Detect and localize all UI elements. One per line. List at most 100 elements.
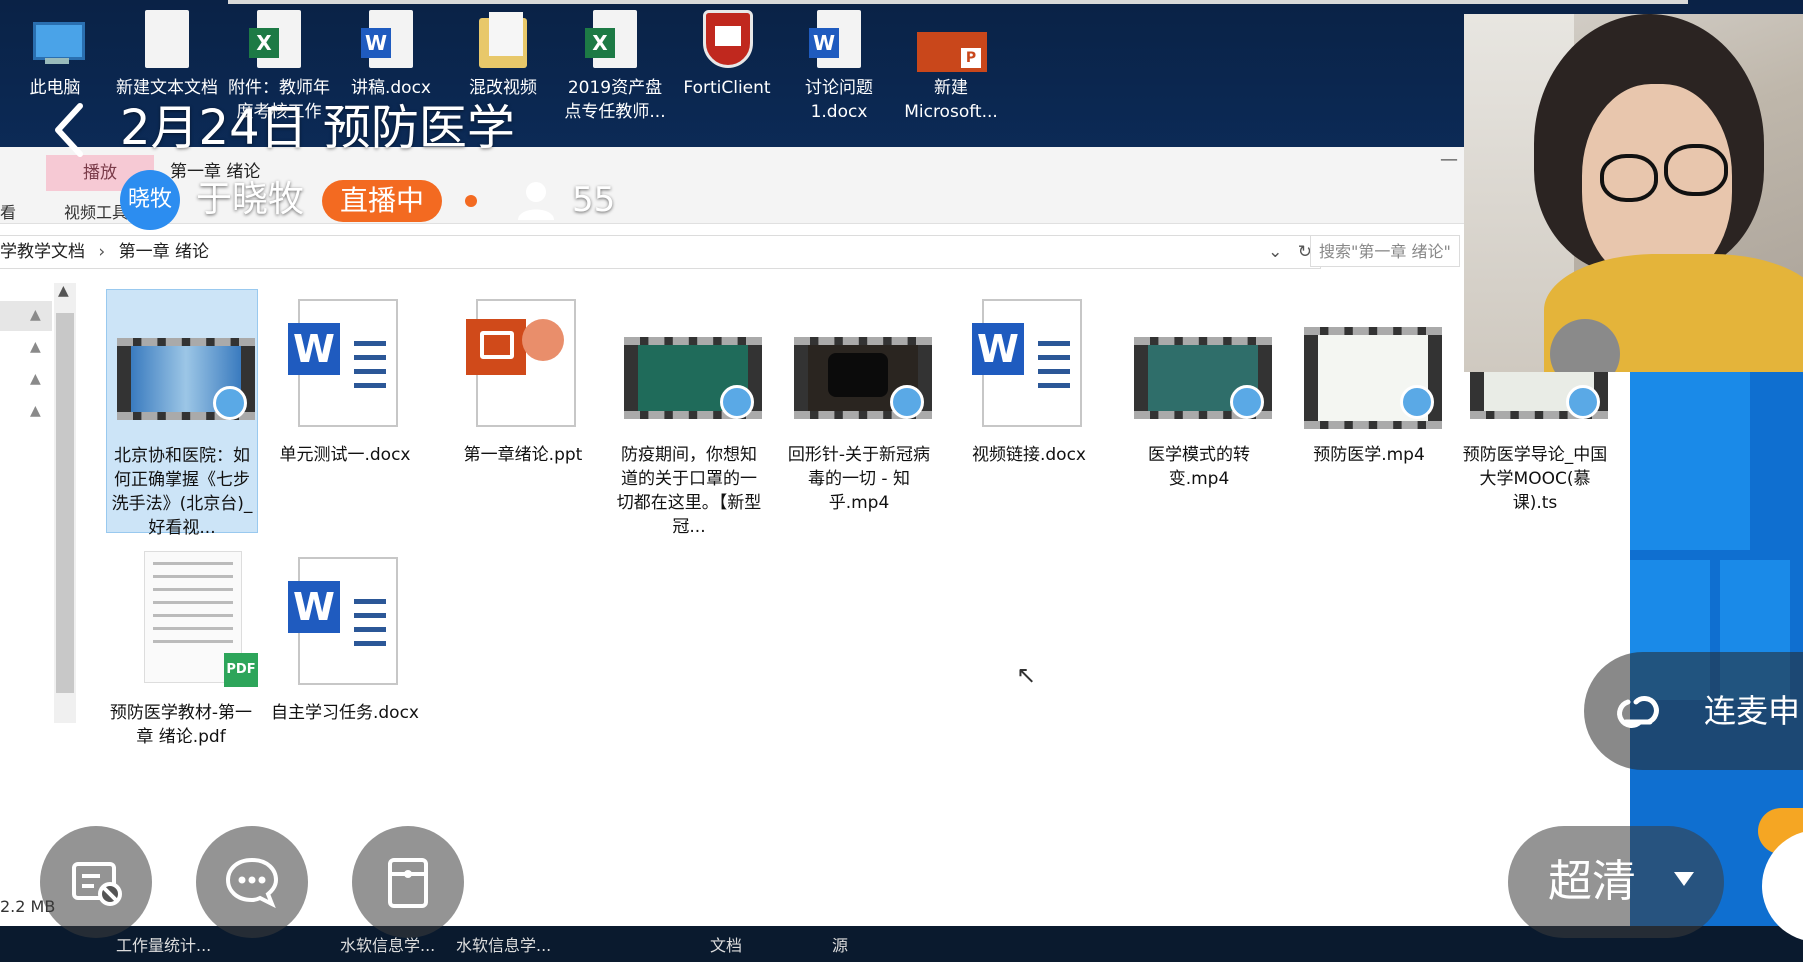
nav-scrollbar[interactable]: ▲ bbox=[54, 283, 76, 723]
excel-icon: X bbox=[249, 8, 309, 72]
chevron-right-icon: › bbox=[98, 242, 106, 262]
word-icon: W bbox=[809, 8, 869, 72]
webcam-video[interactable] bbox=[1464, 14, 1803, 372]
link-icon bbox=[1617, 696, 1659, 728]
file-item[interactable]: 防疫期间，你想知道的关于口罩的一切都在这里。【新型冠... bbox=[614, 289, 764, 539]
minimize-icon[interactable]: — bbox=[1440, 149, 1458, 170]
file-item[interactable]: 预防医学.mp4 bbox=[1294, 289, 1444, 467]
viewer-icon bbox=[518, 182, 554, 220]
file-item[interactable]: W 单元测试一.docx bbox=[270, 289, 420, 467]
file-name: 第一章绪论.ppt bbox=[463, 445, 583, 465]
taskbar-item[interactable]: 水软信息学... bbox=[456, 932, 551, 956]
mic-link-label: 连麦申 bbox=[1704, 692, 1801, 730]
desktop-icon-label: 讨论问题1.docx bbox=[805, 78, 873, 122]
file-item[interactable]: 医学模式的转变.mp4 bbox=[1124, 289, 1274, 491]
desktop-icon-video-folder[interactable]: 混改视频 bbox=[448, 8, 558, 100]
desktop-icon-speech-doc[interactable]: W 讲稿.docx bbox=[336, 8, 446, 100]
video-file-icon bbox=[1304, 289, 1442, 439]
breadcrumb-item[interactable]: 第一章 绪论 bbox=[119, 242, 209, 262]
file-item[interactable]: W 视频链接.docx bbox=[954, 289, 1104, 467]
video-file-icon bbox=[794, 289, 932, 439]
taskbar-item[interactable]: 文档 bbox=[710, 932, 742, 956]
word-file-icon: W bbox=[964, 289, 1094, 439]
search-input[interactable]: 搜索"第一章 绪论" bbox=[1310, 235, 1460, 267]
mouse-cursor-icon: ↖ bbox=[1016, 661, 1037, 689]
word-icon: W bbox=[361, 8, 421, 72]
file-name: 北京协和医院：如何正确掌握《七步洗手法》(北京台)_好看视... bbox=[111, 446, 253, 538]
caret-down-icon bbox=[1674, 872, 1694, 886]
file-name: 防疫期间，你想知道的关于口罩的一切都在这里。【新型冠... bbox=[616, 445, 762, 537]
pdf-file-icon: PDF bbox=[116, 547, 258, 697]
desktop-icon-forticlient[interactable]: FortiClient bbox=[672, 8, 782, 100]
desktop-icon-new-microsoft[interactable]: P 新建Microsoft... bbox=[896, 8, 1006, 124]
taskbar-item[interactable]: 源 bbox=[832, 932, 848, 956]
text-file-icon bbox=[137, 8, 197, 72]
scrollbar-thumb[interactable] bbox=[56, 313, 74, 693]
nav-item-selected[interactable] bbox=[0, 301, 52, 331]
file-name: 预防医学导论_中国大学MOOC(慕课).ts bbox=[1462, 445, 1608, 513]
address-bar[interactable]: 学教学文档 › 第一章 绪论 ⌄ ↻ bbox=[0, 235, 1321, 269]
desktop-icon-label: 2019资产盘点专任教师... bbox=[564, 78, 666, 122]
video-file-icon bbox=[624, 289, 762, 439]
folder-icon bbox=[473, 8, 533, 72]
file-item[interactable]: PDF 预防医学教材-第一章 绪论.pdf bbox=[106, 547, 258, 749]
back-chevron-icon[interactable] bbox=[50, 100, 90, 160]
chevron-down-icon[interactable]: ⌄ bbox=[1268, 242, 1282, 262]
pin-icon: ▲ bbox=[30, 403, 41, 419]
video-file-icon bbox=[1134, 289, 1272, 439]
taskbar-item[interactable]: 工作量统计... bbox=[116, 932, 211, 956]
desktop-icon-new-text[interactable]: 新建文本文档 bbox=[112, 8, 222, 100]
computer-icon bbox=[25, 8, 85, 72]
desktop-icon-label: 新建Microsoft... bbox=[904, 78, 998, 122]
breadcrumb-item[interactable]: 学教学文档 bbox=[0, 242, 85, 262]
desktop-icon-label: 此电脑 bbox=[29, 78, 81, 98]
file-name: 自主学习任务.docx bbox=[270, 703, 419, 723]
live-dot-icon bbox=[465, 195, 477, 207]
quality-selector[interactable]: 超清 bbox=[1508, 826, 1724, 938]
file-name: 预防医学教材-第一章 绪论.pdf bbox=[109, 703, 253, 747]
file-name: 视频链接.docx bbox=[971, 445, 1086, 465]
desktop-icon-label: 讲稿.docx bbox=[350, 78, 431, 98]
avatar[interactable]: 晓牧 bbox=[120, 170, 180, 230]
window-top-edge bbox=[228, 0, 1688, 4]
chat-button[interactable] bbox=[196, 826, 308, 938]
chat-icon bbox=[225, 857, 279, 909]
clipboard-icon bbox=[388, 858, 428, 908]
file-name: 单元测试一.docx bbox=[279, 445, 411, 465]
clipboard-button[interactable] bbox=[352, 826, 464, 938]
powerpoint-icon: P bbox=[917, 8, 987, 72]
mic-link-button[interactable]: 连麦申 bbox=[1584, 652, 1803, 770]
desktop-icon-label: FortiClient bbox=[683, 78, 771, 98]
ppt-file-icon bbox=[458, 289, 588, 439]
host-name: 于晓牧 bbox=[196, 179, 305, 220]
file-item[interactable]: W 自主学习任务.docx bbox=[270, 547, 420, 725]
live-title: 2月24日 预防医学 bbox=[120, 100, 515, 156]
screen-share-icon bbox=[72, 862, 122, 906]
file-explorer-window: 播放 第一章 绪论 看 视频工具 — 学教学文档 › 第一章 绪论 ⌄ ↻ 搜索… bbox=[0, 147, 1630, 927]
tab-view[interactable]: 看 bbox=[0, 199, 16, 223]
excel-icon: X bbox=[585, 8, 645, 72]
file-item[interactable]: 北京协和医院：如何正确掌握《七步洗手法》(北京台)_好看视... bbox=[106, 289, 258, 538]
navigation-pane: ▲ ▲ ▲ ▲ ▲ bbox=[0, 277, 80, 877]
word-file-icon: W bbox=[280, 547, 410, 697]
word-file-icon: W bbox=[280, 289, 410, 439]
pin-icon: ▲ bbox=[30, 339, 41, 355]
file-item[interactable]: 回形针-关于新冠病毒的一切 - 知乎.mp4 bbox=[784, 289, 934, 515]
file-name: 回形针-关于新冠病毒的一切 - 知乎.mp4 bbox=[787, 445, 931, 513]
pin-icon: ▲ bbox=[30, 307, 41, 323]
screen-share-button[interactable] bbox=[40, 826, 152, 938]
desktop-icon-this-pc[interactable]: 此电脑 bbox=[0, 8, 110, 100]
file-name: 医学模式的转变.mp4 bbox=[1148, 445, 1250, 489]
tab-video-tools[interactable]: 视频工具 bbox=[64, 199, 128, 223]
scroll-up-icon[interactable]: ▲ bbox=[58, 283, 69, 299]
desktop-icon-discussion-doc[interactable]: W 讨论问题1.docx bbox=[784, 8, 894, 124]
file-name: 预防医学.mp4 bbox=[1313, 445, 1425, 465]
live-status-badge: 直播中 bbox=[322, 180, 443, 222]
file-item[interactable]: 第一章绪论.ppt bbox=[448, 289, 598, 467]
viewer-count: 55 bbox=[572, 180, 616, 220]
desktop-icon-asset-sheet[interactable]: X 2019资产盘点专任教师... bbox=[560, 8, 670, 124]
quality-label: 超清 bbox=[1548, 856, 1636, 907]
video-file-icon bbox=[117, 290, 255, 440]
pin-icon: ▲ bbox=[30, 371, 41, 387]
forticlient-icon bbox=[697, 8, 757, 72]
